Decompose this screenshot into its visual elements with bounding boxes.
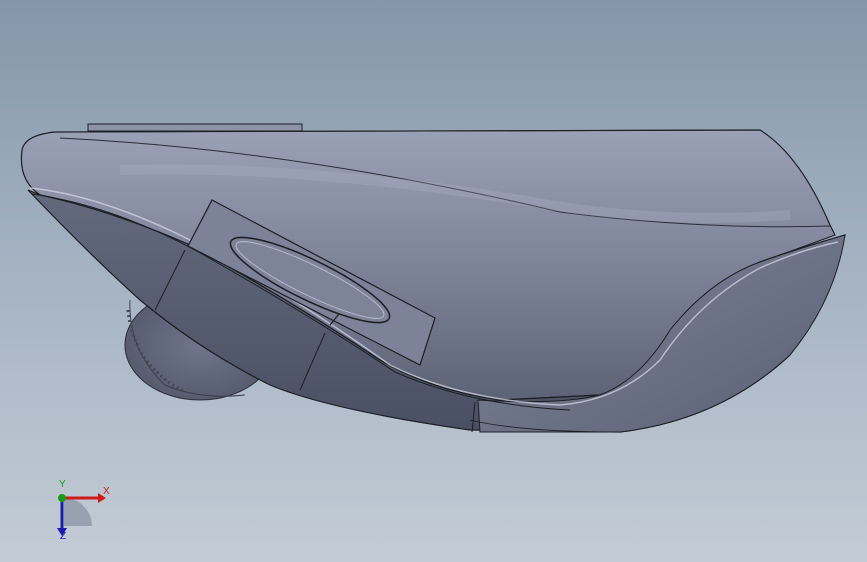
coordinate-triad: X Y Z [40,478,120,548]
mouse-3d-model[interactable] [0,0,867,562]
axis-label-z: Z [60,531,67,542]
rear-tab [87,123,303,132]
axis-label-x: X [103,486,110,497]
axis-label-y: Y [59,479,66,490]
graphics-viewport[interactable]: X Y Z [0,0,867,562]
